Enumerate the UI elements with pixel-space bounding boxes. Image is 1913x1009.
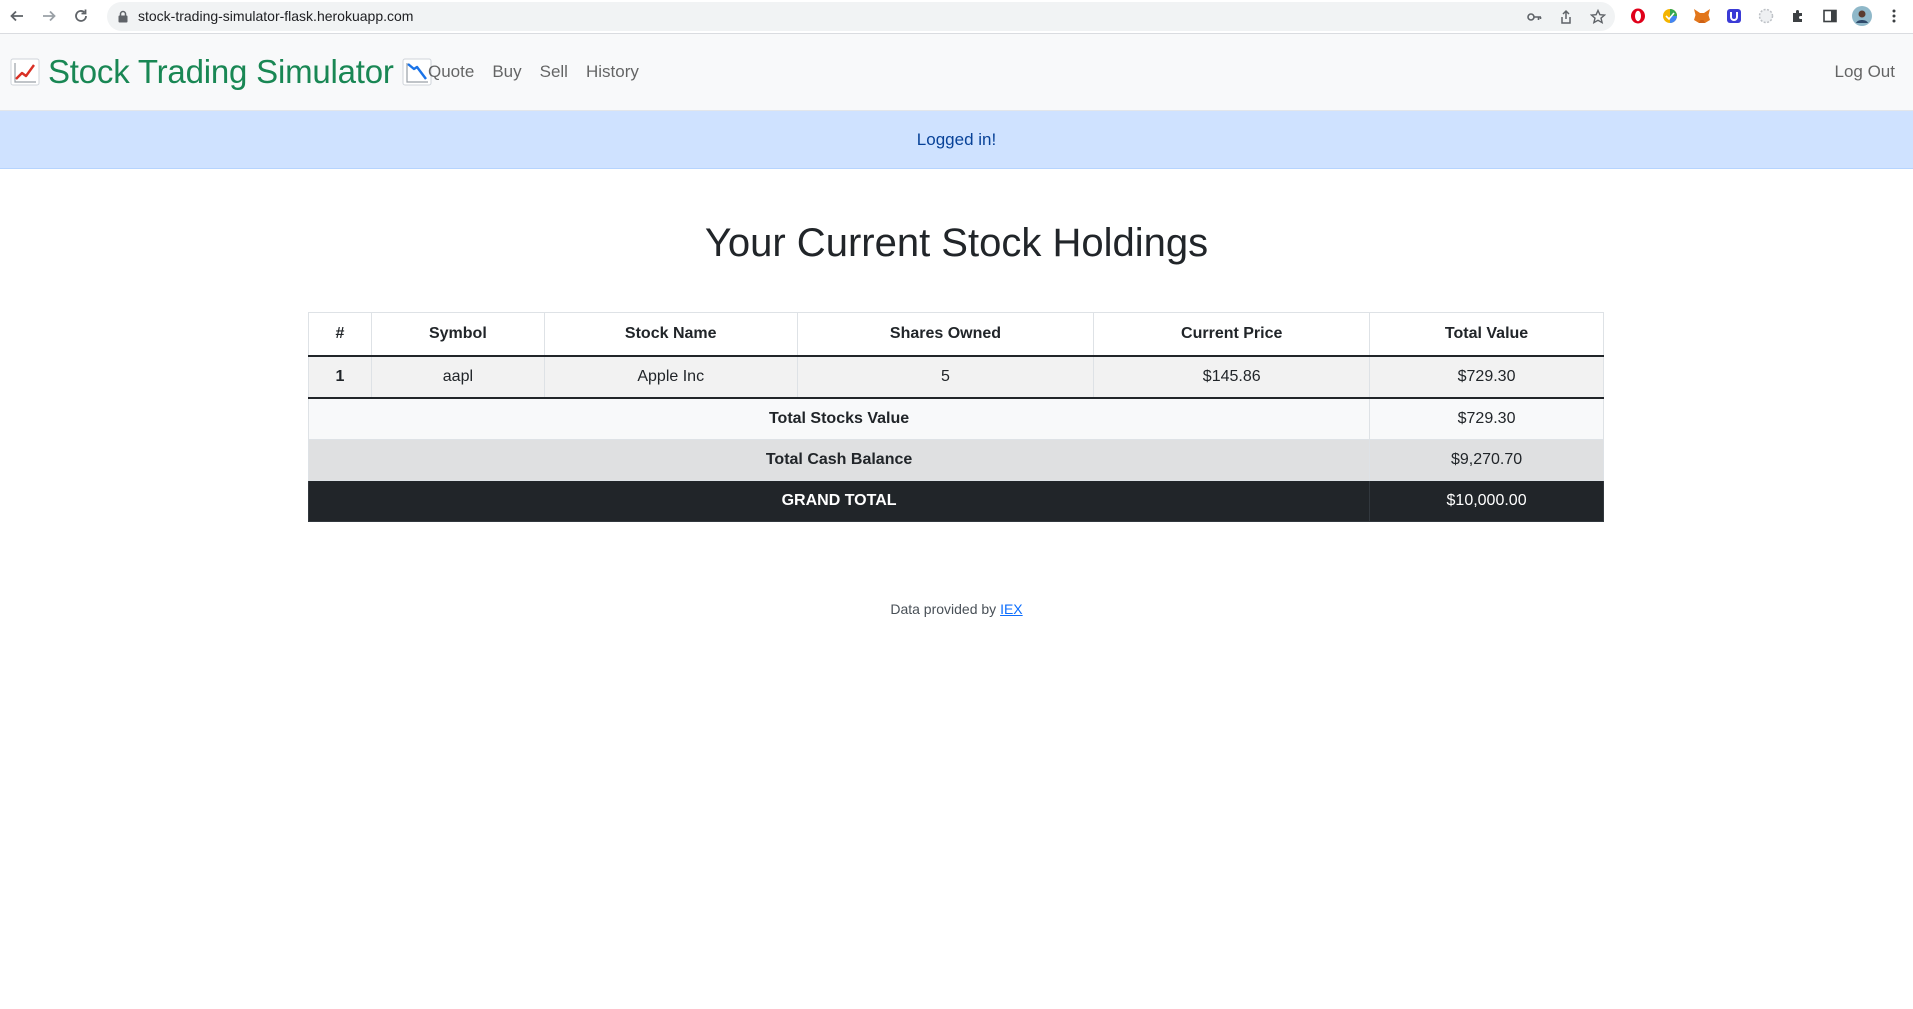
table-header-row: # Symbol Stock Name Shares Owned Current…	[308, 312, 1604, 357]
col-header-shares: Shares Owned	[796, 312, 1095, 357]
col-header-index: #	[308, 312, 372, 357]
row-price: $145.86	[1093, 355, 1371, 399]
lock-icon	[118, 10, 128, 23]
brand-link[interactable]: Stock Trading Simulator	[10, 34, 432, 110]
col-header-stock-name: Stock Name	[543, 312, 798, 357]
grand-total-value: $10,000.00	[1369, 480, 1604, 522]
page-title: Your Current Stock Holdings	[704, 221, 1209, 265]
flash-alert: Logged in!	[0, 111, 1913, 169]
holdings-table: # Symbol Stock Name Shares Owned Current…	[307, 312, 1604, 522]
share-icon[interactable]	[1557, 8, 1575, 26]
cash-balance-label: Total Cash Balance	[307, 439, 1371, 481]
forward-arrow-icon[interactable]	[37, 4, 61, 28]
row-stock-name: Apple Inc	[543, 355, 798, 399]
opera-extension-icon[interactable]	[1628, 6, 1648, 26]
browser-menu-icon[interactable]	[1884, 6, 1904, 26]
row-index: 1	[308, 355, 372, 399]
row-shares: 5	[796, 355, 1095, 399]
address-bar[interactable]: stock-trading-simulator-flask.herokuapp.…	[107, 2, 1615, 31]
cash-balance-value: $9,270.70	[1369, 439, 1604, 481]
footer: Data provided by IEX	[0, 601, 1913, 617]
url-text: stock-trading-simulator-flask.herokuapp.…	[138, 8, 414, 24]
cash-balance-row: Total Cash Balance $9,270.70	[307, 439, 1604, 481]
back-arrow-icon[interactable]	[5, 4, 29, 28]
col-header-price: Current Price	[1093, 312, 1371, 357]
color-wheel-extension-icon[interactable]	[1660, 6, 1680, 26]
alert-message: Logged in!	[916, 130, 997, 149]
total-stocks-value: $729.30	[1369, 397, 1604, 440]
grand-total-row: GRAND TOTAL $10,000.00	[307, 480, 1604, 522]
footer-text: Data provided by	[890, 601, 1001, 617]
total-stocks-row: Total Stocks Value $729.30	[307, 397, 1604, 440]
side-panel-icon[interactable]	[1820, 6, 1840, 26]
grand-total-label: GRAND TOTAL	[307, 480, 1371, 522]
nav-link-sell[interactable]: Sell	[540, 62, 568, 82]
metamask-fox-icon[interactable]	[1692, 6, 1712, 26]
nav-link-buy[interactable]: Buy	[492, 62, 521, 82]
profile-avatar[interactable]	[1852, 6, 1872, 26]
nav-links: Quote Buy Sell History	[428, 34, 657, 110]
browser-toolbar: stock-trading-simulator-flask.herokuapp.…	[0, 0, 1913, 34]
iex-link[interactable]: IEX	[1000, 601, 1023, 617]
nav-link-history[interactable]: History	[586, 62, 639, 82]
reload-icon[interactable]	[69, 4, 93, 28]
nav-link-quote[interactable]: Quote	[428, 62, 474, 82]
row-total: $729.30	[1369, 355, 1604, 399]
col-header-symbol: Symbol	[370, 312, 545, 357]
app-navbar: Stock Trading Simulator Quote Buy Sell H…	[0, 34, 1913, 111]
row-symbol: aapl	[370, 355, 545, 399]
logout-link[interactable]: Log Out	[1835, 34, 1896, 110]
total-stocks-label: Total Stocks Value	[307, 397, 1371, 440]
dashed-circle-extension-icon[interactable]	[1756, 6, 1776, 26]
chart-increasing-icon	[10, 58, 40, 86]
table-row: 1 aapl Apple Inc 5 $145.86 $729.30	[308, 355, 1604, 399]
puzzle-extensions-icon[interactable]	[1788, 6, 1808, 26]
u-extension-icon[interactable]	[1724, 6, 1744, 26]
bookmark-star-icon[interactable]	[1589, 8, 1607, 26]
col-header-total: Total Value	[1369, 312, 1604, 357]
brand-title: Stock Trading Simulator	[48, 53, 394, 90]
key-icon[interactable]	[1525, 8, 1543, 26]
